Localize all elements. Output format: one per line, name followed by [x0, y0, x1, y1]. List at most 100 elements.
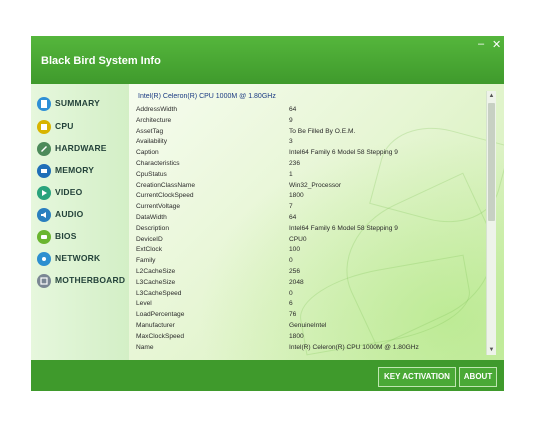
close-button[interactable]: ✕	[492, 38, 501, 51]
sidebar-item-video[interactable]: VIDEO	[37, 185, 127, 201]
property-name: Characteristics	[136, 160, 180, 167]
property-row: Caption Intel64 Family 6 Model 58 Steppin…	[129, 149, 485, 159]
property-row: AddressWidth 64	[129, 106, 485, 116]
video-icon	[37, 186, 51, 200]
property-row: Manufacturer GenuineIntel	[129, 322, 485, 332]
property-value: 0	[289, 257, 293, 265]
property-name: ExtClock	[136, 246, 163, 254]
property-name: Manufacturer	[136, 322, 175, 329]
property-row: Architecture 9	[129, 117, 485, 127]
property-name: Level	[136, 300, 152, 308]
property-value: 2048	[289, 278, 304, 286]
key-activation-button[interactable]: KEY ACTIVATION	[378, 367, 456, 387]
sidebar-item-hardware[interactable]: HARDWARE	[37, 141, 127, 157]
motherboard-icon	[37, 274, 51, 288]
property-row: Level 6	[129, 300, 485, 310]
sidebar-item-label: CPU	[55, 121, 74, 131]
property-value: 6	[289, 300, 293, 308]
network-icon	[37, 252, 51, 266]
property-value: 256	[289, 268, 301, 275]
property-name: Caption	[136, 149, 159, 157]
property-name: CurrentClockSpeed	[136, 192, 194, 200]
sidebar-item-label: BIOS	[55, 231, 77, 241]
property-name: CreationClassName	[136, 181, 195, 189]
property-name: LoadPercentage	[136, 311, 185, 319]
property-row: DeviceID CPU0	[129, 236, 485, 246]
scroll-up-arrow-icon[interactable]: ▲	[487, 91, 496, 101]
property-value: 7	[289, 203, 293, 211]
property-row: L3CacheSpeed 0	[129, 290, 485, 300]
property-row: Family 0	[129, 257, 485, 267]
property-name: L3CacheSize	[136, 278, 176, 286]
property-value: 3	[289, 138, 293, 146]
property-name: MaxClockSpeed	[136, 332, 185, 340]
sidebar-item-label: MEMORY	[55, 165, 95, 175]
property-row: Characteristics 236	[129, 160, 485, 170]
property-name: Architecture	[136, 116, 172, 124]
property-name: CpuStatus	[136, 170, 167, 178]
property-value: Intel(R) Celeron(R) CPU 1000M @ 1.80GHz	[289, 343, 419, 351]
sidebar: SUMMARY CPU HARDWARE MEMORY VIDEO AUDIO BIOS NE…	[31, 84, 129, 360]
property-value: 76	[289, 311, 297, 319]
property-value: Intel64 Family 6 Model 58 Stepping 9	[289, 224, 398, 232]
sidebar-item-label: AUDIO	[55, 209, 84, 219]
property-name: DataWidth	[136, 214, 167, 221]
property-value: GenuineIntel	[289, 322, 327, 329]
property-row: CreationClassName Win32_Processor	[129, 182, 485, 192]
property-name: Availability	[136, 138, 168, 146]
sidebar-item-label: SUMMARY	[55, 98, 100, 108]
property-value: Win32_Processor	[289, 181, 342, 189]
scroll-down-arrow-icon[interactable]: ▼	[487, 345, 496, 355]
cpu-icon	[37, 120, 51, 134]
property-name: L3CacheSpeed	[136, 289, 182, 297]
property-value: 1800	[289, 192, 304, 200]
footer-bar: KEY ACTIVATION ABOUT	[31, 360, 504, 391]
property-row: LoadPercentage 76	[129, 311, 485, 321]
property-name: Description	[136, 224, 169, 232]
property-value: 236	[289, 160, 301, 167]
property-name: Family	[136, 257, 156, 265]
content-area: Intel(R) Celeron(R) CPU 1000M @ 1.80GHz …	[129, 84, 504, 360]
property-row: CurrentVoltage 7	[129, 203, 485, 213]
property-row: L3CacheSize 2048	[129, 279, 485, 289]
about-button[interactable]: ABOUT	[459, 367, 497, 387]
sidebar-item-network[interactable]: NETWORK	[37, 251, 127, 267]
window-title: Black Bird System Info	[41, 55, 161, 67]
property-value: 64	[289, 214, 297, 221]
memory-icon	[37, 164, 51, 178]
sidebar-item-audio[interactable]: AUDIO	[37, 207, 127, 223]
property-name: DeviceID	[136, 235, 163, 243]
sidebar-item-bios[interactable]: BIOS	[37, 229, 127, 245]
property-row: AssetTag To Be Filled By O.E.M.	[129, 128, 485, 138]
minimize-button[interactable]: –	[478, 38, 484, 50]
cpu-info-header: Intel(R) Celeron(R) CPU 1000M @ 1.80GHz	[138, 93, 276, 100]
sidebar-item-label: HARDWARE	[55, 143, 107, 153]
property-value: 0	[289, 289, 293, 297]
vertical-scrollbar[interactable]: ▲ ▼	[486, 91, 496, 355]
hardware-icon	[37, 142, 51, 156]
property-name: AddressWidth	[136, 106, 178, 113]
sidebar-item-label: VIDEO	[55, 187, 83, 197]
property-value: 9	[289, 116, 293, 124]
property-name: L2CacheSize	[136, 268, 176, 275]
app-window: Black Bird System Info – ✕ SUMMARY CPU HAR…	[31, 36, 504, 391]
sidebar-item-summary[interactable]: SUMMARY	[37, 96, 127, 112]
scroll-thumb[interactable]	[488, 103, 495, 221]
sidebar-item-cpu[interactable]: CPU	[37, 119, 127, 135]
sidebar-item-label: MOTHERBOARD	[55, 275, 126, 285]
summary-icon	[37, 97, 51, 111]
property-row: Name Intel(R) Celeron(R) CPU 1000M @ 1.80…	[129, 344, 485, 354]
property-value: Intel64 Family 6 Model 58 Stepping 9	[289, 149, 398, 157]
property-value: CPU0	[289, 235, 307, 243]
property-row: DataWidth 64	[129, 214, 485, 224]
property-value: 1	[289, 170, 293, 178]
sidebar-item-motherboard[interactable]: MOTHERBOARD	[37, 273, 127, 289]
property-name: CurrentVoltage	[136, 203, 180, 211]
sidebar-item-memory[interactable]: MEMORY	[37, 163, 127, 179]
property-row: Description Intel64 Family 6 Model 58 Ste…	[129, 225, 485, 235]
property-value: To Be Filled By O.E.M.	[289, 127, 356, 135]
cpu-info-list[interactable]: Intel(R) Celeron(R) CPU 1000M @ 1.80GHz …	[129, 93, 485, 355]
property-row: MaxClockSpeed 1800	[129, 333, 485, 343]
property-name: AssetTag	[136, 127, 164, 135]
property-row: L2CacheSize 256	[129, 268, 485, 278]
